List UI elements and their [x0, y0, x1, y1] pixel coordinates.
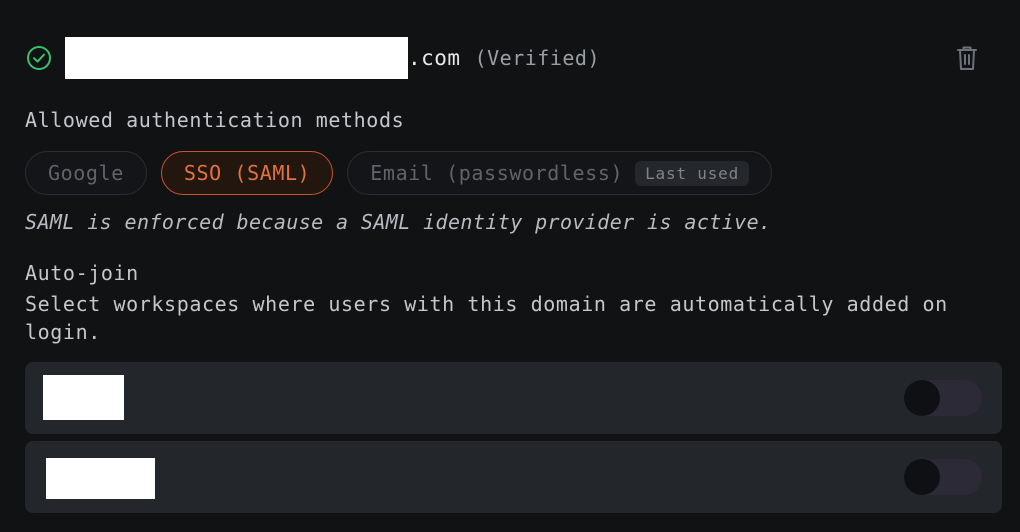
verified-status: (Verified): [474, 46, 600, 70]
saml-enforced-note: SAML is enforced because a SAML identity…: [25, 210, 772, 234]
auth-method-label: Email (passwordless): [370, 161, 624, 185]
auth-method-sso-saml[interactable]: SSO (SAML): [160, 151, 334, 195]
autojoin-description: Select workspaces where users with this …: [25, 292, 948, 344]
workspace-row: [25, 362, 1002, 434]
domain-name-redacted: [65, 37, 408, 79]
autojoin-toggle[interactable]: [904, 380, 982, 416]
workspace-row: [25, 441, 1002, 513]
auth-methods: Google SSO (SAML) Email (passwordless) L…: [25, 151, 773, 195]
toggle-knob: [904, 459, 940, 495]
check-circle-icon: [26, 45, 52, 71]
auth-method-label: Google: [48, 161, 124, 185]
trash-icon[interactable]: [954, 44, 980, 72]
auth-method-email-passwordless[interactable]: Email (passwordless) Last used: [347, 151, 773, 195]
autojoin-toggle[interactable]: [904, 459, 982, 495]
workspace-name-redacted: [43, 375, 124, 420]
domain-header: .com (Verified): [26, 37, 986, 79]
auth-method-label: SSO (SAML): [183, 161, 311, 185]
toggle-knob: [904, 380, 940, 416]
autojoin-title: Auto-join: [25, 261, 139, 285]
workspace-name-redacted: [46, 458, 155, 499]
auth-methods-label: Allowed authentication methods: [25, 108, 405, 132]
auth-method-google[interactable]: Google: [25, 151, 147, 195]
last-used-badge: Last used: [635, 160, 750, 186]
domain-suffix: .com: [408, 46, 461, 70]
